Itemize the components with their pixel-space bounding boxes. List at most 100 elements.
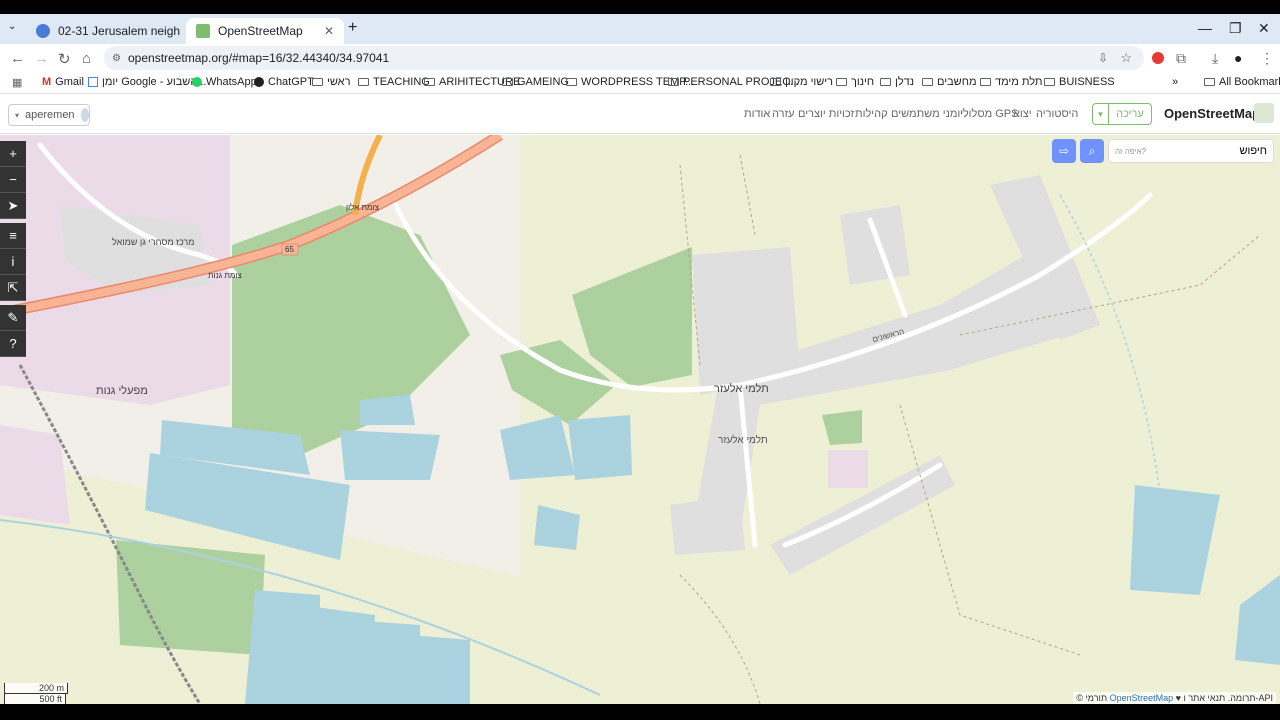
folder-icon bbox=[502, 78, 513, 86]
road-shield-65: 65 bbox=[285, 245, 294, 254]
osm-brand[interactable]: OpenStreetMap bbox=[1164, 106, 1260, 121]
browser-window: ⌄ 02-31 Jerusalem neighborhoo ✕ OpenStre… bbox=[0, 14, 1280, 704]
forward-icon[interactable]: → bbox=[34, 50, 49, 67]
map-info-button[interactable]: i bbox=[0, 249, 26, 275]
search-button[interactable]: ⌕ bbox=[1080, 139, 1104, 163]
bookmark-label: Gmail bbox=[55, 76, 84, 88]
edit-label: עריכה bbox=[1116, 108, 1144, 120]
locate-button[interactable]: ➤ bbox=[0, 193, 26, 219]
bookmark-star-icon[interactable]: ☆ bbox=[1120, 50, 1132, 66]
nav-copyright[interactable]: זכויות יוצרים bbox=[798, 108, 854, 120]
map-label-tzomet-gnot: צומת גנות bbox=[208, 271, 242, 280]
bookmark-chatgpt[interactable]: ChatGPT bbox=[254, 76, 314, 88]
bookmark-label: GAMEING bbox=[517, 76, 569, 88]
bookmark-label: ראשי bbox=[327, 76, 351, 88]
tab-jerusalem[interactable]: 02-31 Jerusalem neighborhoo ✕ bbox=[26, 18, 180, 44]
folder-icon bbox=[836, 78, 847, 86]
bookmark-folder[interactable]: TEACHING bbox=[358, 76, 430, 88]
folder-icon bbox=[312, 78, 323, 86]
folder-icon bbox=[770, 78, 781, 86]
tab-title: OpenStreetMap bbox=[218, 24, 303, 38]
bookmark-label: ChatGPT bbox=[268, 76, 314, 88]
nav-history[interactable]: היסטוריה bbox=[1036, 108, 1078, 120]
osm-logo-icon[interactable] bbox=[1254, 103, 1274, 123]
edit-button[interactable]: ▼ עריכה bbox=[1092, 103, 1152, 125]
folder-icon bbox=[980, 78, 991, 86]
nav-help[interactable]: עזרה bbox=[772, 108, 794, 120]
bookmark-google-calendar[interactable]: יומן Google - השבוע... bbox=[88, 76, 206, 88]
tab-openstreetmap[interactable]: OpenStreetMap ✕ bbox=[186, 18, 344, 44]
profile-icon[interactable]: ● bbox=[1234, 50, 1242, 66]
address-toolbar: ← → ↻ ⌂ ⚙ openstreetmap.org/#map=16/32.4… bbox=[0, 44, 1280, 72]
folder-icon bbox=[1044, 78, 1055, 86]
tab-strip: ⌄ 02-31 Jerusalem neighborhoo ✕ OpenStre… bbox=[0, 14, 1280, 44]
chevron-down-icon: ▾ bbox=[15, 110, 20, 120]
bookmark-label: חינוך bbox=[851, 76, 875, 88]
nav-about[interactable]: אודות bbox=[744, 108, 770, 120]
bookmark-folder[interactable]: GAMEING bbox=[502, 76, 569, 88]
downloads-icon[interactable]: ⤓ bbox=[1212, 50, 1218, 67]
map-label-gan-shmuel: מרכז מסחרי גן שמואל bbox=[112, 237, 195, 247]
bookmarks-bar: ▦ MGmail יומן Google - השבוע... WhatsApp… bbox=[0, 72, 1280, 94]
bookmark-label: נדלן bbox=[895, 76, 915, 88]
nav-gps-traces[interactable]: מסלולי GPS bbox=[960, 108, 1018, 120]
folder-icon bbox=[358, 78, 369, 86]
map-label-talmei-elazar: תלמי אלעזר bbox=[714, 383, 769, 395]
scale-feet: 500 ft bbox=[4, 694, 66, 704]
folder-icon bbox=[668, 78, 679, 86]
zoom-in-button[interactable]: + bbox=[0, 141, 26, 167]
search-input[interactable]: איפה זה? חיפוש bbox=[1108, 139, 1274, 163]
minimize-icon[interactable]: — bbox=[1198, 20, 1212, 36]
url-bar[interactable]: ⚙ openstreetmap.org/#map=16/32.44340/34.… bbox=[104, 46, 1144, 70]
share-button[interactable]: ⇱ bbox=[0, 275, 26, 301]
more-bookmarks-button[interactable]: » bbox=[1172, 76, 1178, 88]
map-controls: + − ➤ ≡ i ⇱ ✎ ? bbox=[0, 141, 26, 357]
tab-search-icon[interactable]: ⌄ bbox=[8, 21, 16, 32]
layers-button[interactable]: ≡ bbox=[0, 223, 26, 249]
bookmark-folder[interactable]: מחשבים bbox=[922, 76, 977, 88]
note-button[interactable]: ✎ bbox=[0, 305, 26, 331]
close-icon[interactable]: ✕ bbox=[324, 24, 334, 38]
bookmark-label: תלת מימד bbox=[995, 76, 1043, 88]
bookmark-gmail[interactable]: M Gmail bbox=[42, 76, 84, 88]
bookmark-label: BUISNESS bbox=[1059, 76, 1115, 88]
reload-icon[interactable]: ↻ bbox=[58, 50, 71, 68]
menu-icon[interactable]: ⋮ bbox=[1260, 50, 1274, 67]
maximize-icon[interactable]: ❐ bbox=[1229, 20, 1242, 37]
calendar-icon bbox=[88, 77, 98, 87]
bookmark-folder[interactable]: חינוך bbox=[836, 76, 874, 88]
site-info-icon[interactable]: ⚙ bbox=[112, 53, 121, 64]
map-label-tzomet-alon: צומת אלון bbox=[346, 203, 379, 212]
whatsapp-icon bbox=[192, 77, 202, 87]
window-close-icon[interactable]: ✕ bbox=[1258, 20, 1270, 37]
bookmark-folder[interactable]: BUISNESS bbox=[1044, 76, 1115, 88]
nav-communities[interactable]: קהילות bbox=[855, 108, 888, 120]
bookmark-folder[interactable]: נדלן bbox=[880, 76, 914, 88]
scale-meters: 200 m bbox=[4, 683, 68, 694]
zoom-out-button[interactable]: − bbox=[0, 167, 26, 193]
nav-diaries[interactable]: יומני משתמשים bbox=[891, 108, 963, 120]
bookmark-folder[interactable]: ראשי bbox=[312, 76, 350, 88]
chatgpt-icon bbox=[254, 77, 264, 87]
back-icon[interactable]: ← bbox=[10, 50, 25, 67]
new-tab-button[interactable]: + bbox=[348, 19, 357, 37]
bookmark-whatsapp[interactable]: WhatsApp bbox=[192, 76, 257, 88]
attribution-link[interactable]: OpenStreetMap bbox=[1110, 693, 1174, 703]
bookmark-folder[interactable]: תלת מימד bbox=[980, 76, 1043, 88]
user-menu-button[interactable]: ▾ aperemen bbox=[8, 104, 90, 126]
install-icon[interactable]: ⇩ bbox=[1098, 51, 1108, 65]
query-button[interactable]: ? bbox=[0, 331, 26, 357]
tab-favicon-icon bbox=[36, 24, 50, 38]
apps-icon[interactable]: ▦ bbox=[12, 76, 22, 89]
extension-adblock-icon[interactable] bbox=[1152, 52, 1164, 64]
folder-icon bbox=[566, 78, 577, 86]
attribution: © תורמי OpenStreetMap ♥ תרומה. תנאי אתר … bbox=[1073, 692, 1276, 704]
bookmark-folder[interactable]: רישוי מקוון bbox=[770, 76, 833, 88]
nav-export[interactable]: יצוא bbox=[1013, 108, 1032, 120]
chevron-down-icon[interactable]: ▼ bbox=[1093, 104, 1109, 124]
map-canvas[interactable]: מרכז מסחרי גן שמואל מפעלי גנות צומת גנות… bbox=[0, 135, 1280, 704]
all-bookmarks-button[interactable]: All Bookmarks bbox=[1204, 76, 1280, 88]
extensions-icon[interactable]: ⧉ bbox=[1176, 50, 1186, 67]
home-icon[interactable]: ⌂ bbox=[82, 50, 91, 67]
directions-button[interactable]: ⇨ bbox=[1052, 139, 1076, 163]
